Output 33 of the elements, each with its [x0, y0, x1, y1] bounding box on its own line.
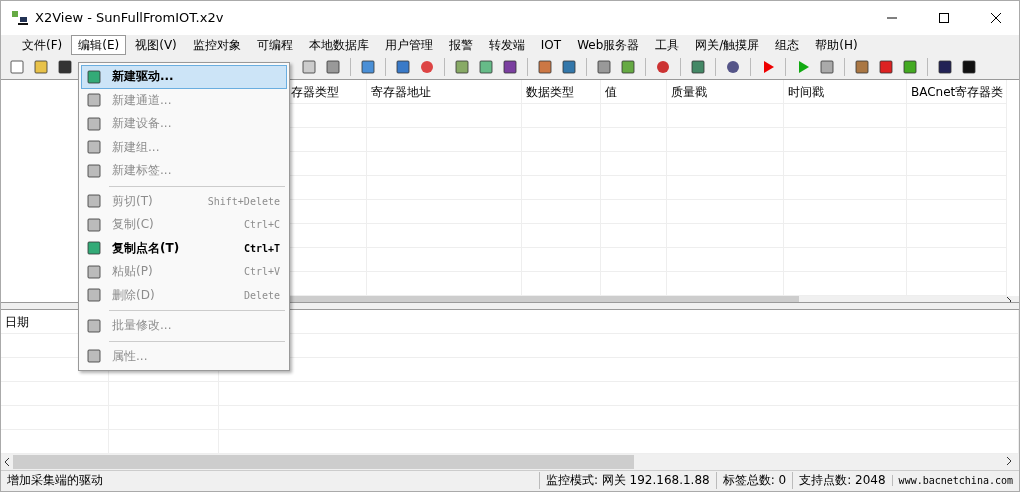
close-icon — [990, 11, 1002, 24]
column-header[interactable]: 质量戳 — [667, 79, 784, 104]
status-text: www.bacnetchina.com — [891, 475, 1019, 487]
menu-item[interactable]: 转发端 — [481, 34, 532, 55]
table-cell — [601, 271, 667, 296]
menu-item[interactable]: 文件(F) — [15, 34, 70, 55]
column-header[interactable]: BACnet寄存器类 — [907, 79, 1007, 104]
column-header[interactable]: 寄存器地址 — [367, 79, 522, 104]
menu-item[interactable]: 可编程 — [249, 34, 300, 55]
menu-item[interactable]: 网关/触摸屏 — [688, 34, 767, 55]
menu-item[interactable]: 帮助(H) — [808, 34, 865, 55]
status-text: 标签总数: 0 — [715, 472, 793, 490]
menu-item[interactable]: 工具 — [648, 34, 687, 55]
window-title: X2View - SunFullFromIOT.x2v — [35, 10, 225, 26]
menu-option[interactable]: 新建驱动... — [81, 65, 287, 89]
menu-item[interactable]: 编辑(E) — [71, 34, 127, 55]
app-icon — [11, 9, 29, 26]
menu-item[interactable]: Web服务器 — [570, 34, 647, 55]
status-text: 增加采集端的驱动 — [6, 472, 104, 490]
menu-option[interactable]: 复制点名(T) Ctrl+T — [81, 236, 287, 260]
menu-item[interactable]: 监控对象 — [185, 34, 248, 55]
menu-item[interactable]: 用户管理 — [377, 34, 440, 55]
maximize-icon — [938, 11, 950, 24]
column-header[interactable]: 数据类型 — [522, 79, 601, 104]
status-text: 支持点数: 2048 — [792, 472, 892, 490]
menu-item[interactable]: 本地数据库 — [301, 34, 376, 55]
menu-item[interactable]: 组态 — [768, 34, 807, 55]
menu-item[interactable]: 报警 — [441, 34, 480, 55]
status-text: 监控模式: 网关 192.168.1.88 — [538, 472, 716, 490]
menu-item[interactable]: IOT — [533, 34, 569, 55]
menu-item[interactable]: 视图(V) — [128, 34, 184, 55]
column-header[interactable]: 时间戳 — [784, 79, 907, 104]
column-header[interactable]: 值 — [601, 79, 667, 104]
